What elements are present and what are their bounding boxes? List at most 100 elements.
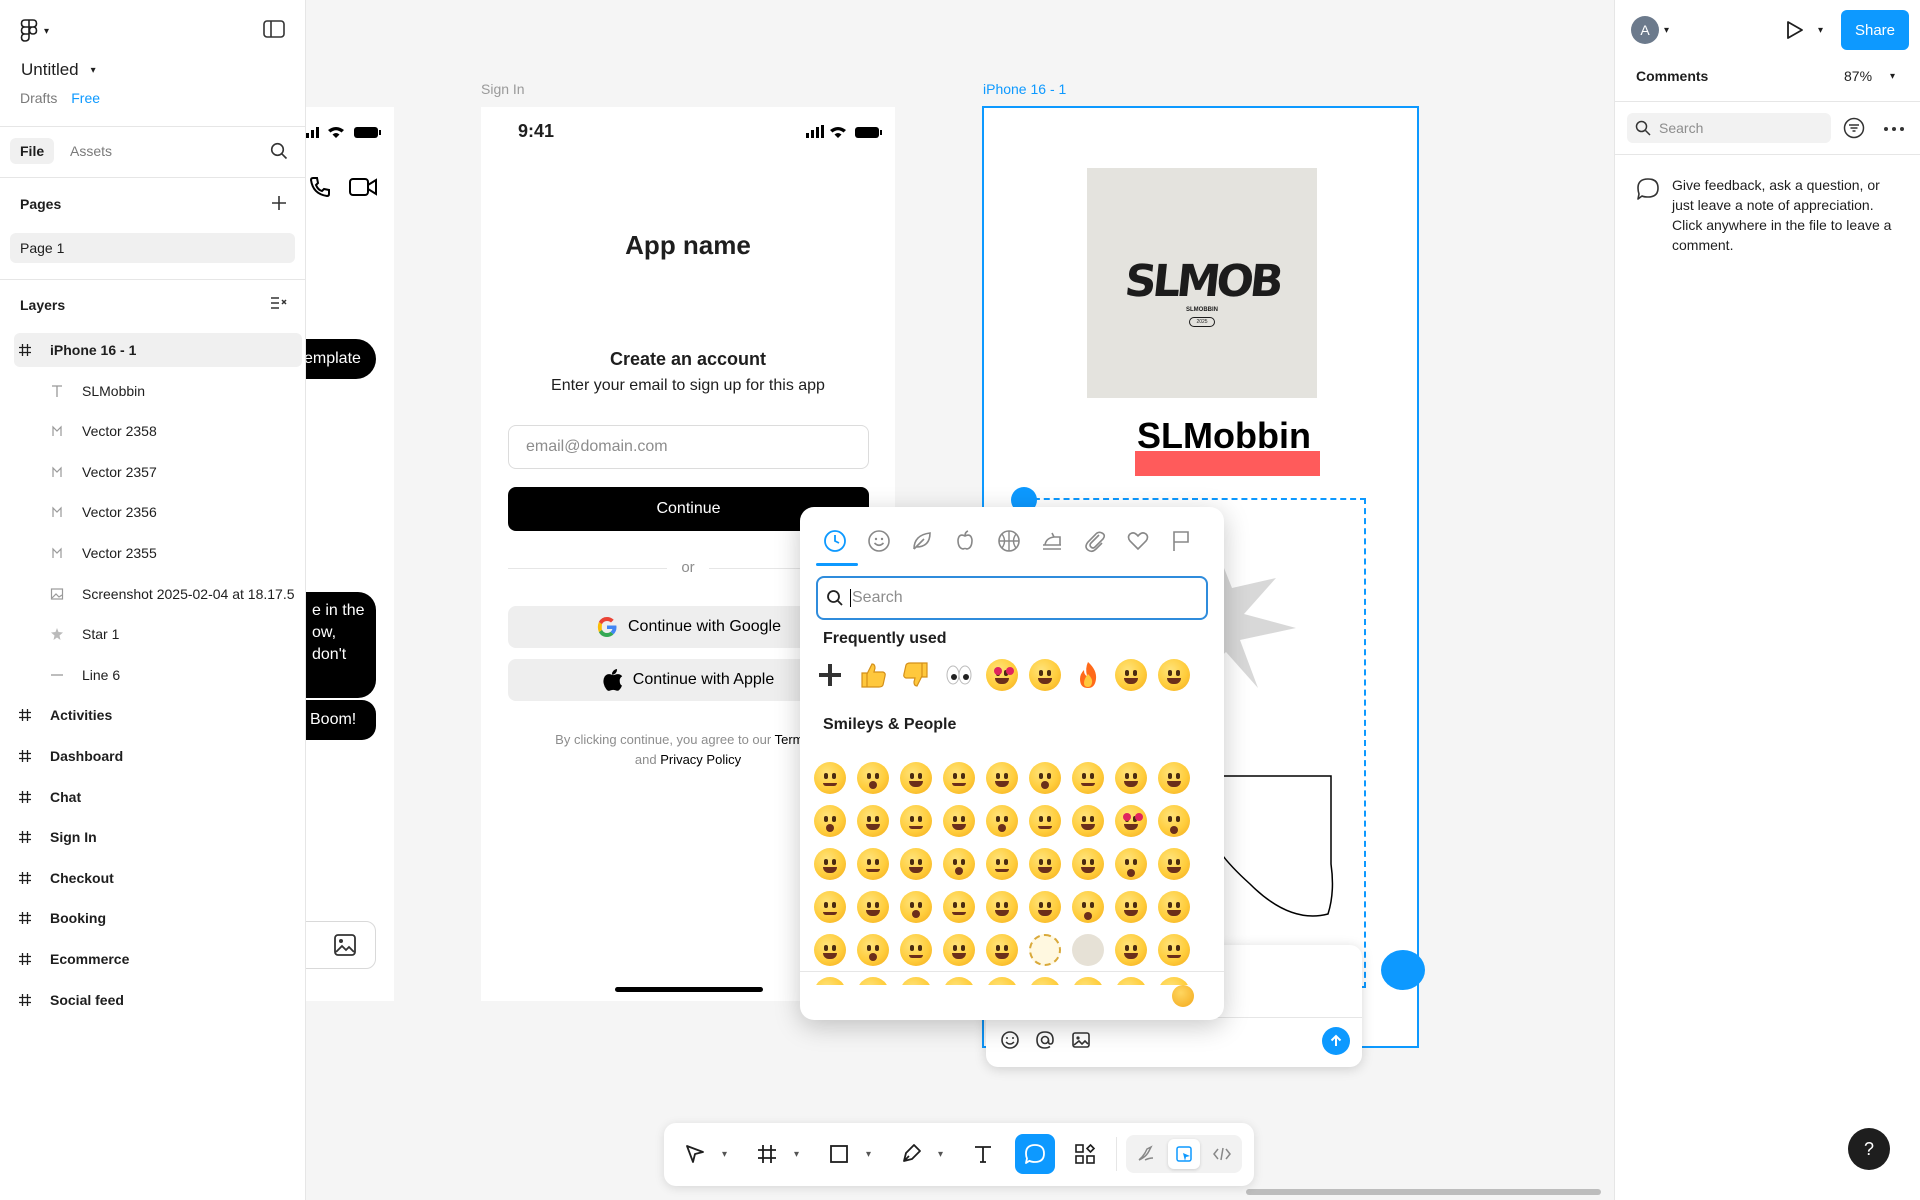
layer-activities[interactable]: Activities xyxy=(14,698,302,732)
smileys-icon[interactable] xyxy=(865,527,893,555)
move-tool-chevron-down-icon[interactable]: ▾ xyxy=(722,1149,727,1160)
smiley-emoji[interactable] xyxy=(814,977,846,985)
flags-icon[interactable] xyxy=(1167,527,1195,555)
comment-tool[interactable] xyxy=(1015,1134,1055,1174)
layer-checkout[interactable]: Checkout xyxy=(14,861,302,895)
tab-file[interactable]: File xyxy=(10,138,55,164)
smiley-emoji[interactable] xyxy=(814,805,846,837)
shape-tool[interactable] xyxy=(822,1137,856,1171)
thumbs-up-emoji[interactable] xyxy=(858,660,888,690)
design-mode[interactable] xyxy=(1168,1139,1200,1169)
smiley-emoji[interactable] xyxy=(1029,934,1061,966)
smiley-emoji[interactable] xyxy=(986,848,1018,880)
privacy-policy-link[interactable]: Privacy Policy xyxy=(660,752,741,767)
sweat-smile-emoji[interactable] xyxy=(1158,659,1190,691)
recent-icon[interactable] xyxy=(821,527,849,555)
present-play-icon[interactable]: ▾ xyxy=(1786,20,1823,40)
pen-tool[interactable] xyxy=(894,1137,928,1171)
shape-tool-chevron-down-icon[interactable]: ▾ xyxy=(866,1149,871,1160)
video-call-icon[interactable] xyxy=(349,177,377,197)
smiley-emoji[interactable] xyxy=(943,977,975,985)
send-icon[interactable] xyxy=(1322,1027,1350,1055)
smiley-emoji[interactable] xyxy=(1115,977,1147,985)
smiley-emoji[interactable] xyxy=(900,977,932,985)
add-page-icon[interactable] xyxy=(270,194,288,212)
smiley-emoji[interactable] xyxy=(986,977,1018,985)
layer-booking[interactable]: Booking xyxy=(14,901,302,935)
smiley-emoji[interactable] xyxy=(1029,977,1061,985)
figma-menu-icon[interactable]: ▾ xyxy=(20,19,49,43)
comments-tab[interactable]: Comments xyxy=(1636,68,1708,84)
layer-sign-in[interactable]: Sign In xyxy=(14,820,302,854)
horizontal-scrollbar[interactable] xyxy=(1246,1189,1601,1195)
text-tool[interactable] xyxy=(966,1137,1000,1171)
emoji-icon[interactable] xyxy=(1000,1030,1020,1050)
help-button[interactable]: ? xyxy=(1848,1128,1890,1170)
layer-vector-2356[interactable]: Vector 2356 xyxy=(46,495,302,529)
smiley-emoji[interactable] xyxy=(1115,934,1147,966)
smiley-emoji[interactable] xyxy=(1029,762,1061,794)
avatar[interactable]: A ▾ xyxy=(1631,16,1669,44)
smiley-emoji[interactable] xyxy=(1072,848,1104,880)
filter-icon[interactable] xyxy=(1843,117,1865,139)
smiley-emoji[interactable] xyxy=(1115,762,1147,794)
actions-tool[interactable] xyxy=(1068,1137,1102,1171)
smiley-emoji[interactable] xyxy=(814,762,846,794)
search-icon[interactable] xyxy=(270,142,288,160)
objects-icon[interactable] xyxy=(1081,527,1109,555)
move-tool[interactable] xyxy=(678,1137,712,1171)
layer-line-6[interactable]: Line 6 xyxy=(46,658,302,692)
smiley-emoji[interactable] xyxy=(900,762,932,794)
smiley-emoji[interactable] xyxy=(1029,891,1061,923)
attach-image-icon[interactable] xyxy=(1071,1030,1091,1050)
layer-iphone-16-1[interactable]: iPhone 16 - 1 xyxy=(14,333,302,367)
gallery-icon[interactable] xyxy=(333,933,357,957)
travel-icon[interactable] xyxy=(1038,527,1066,555)
tears-of-joy-emoji[interactable] xyxy=(1029,659,1061,691)
smiley-emoji[interactable] xyxy=(1115,848,1147,880)
smiley-emoji[interactable] xyxy=(1158,848,1190,880)
mention-icon[interactable] xyxy=(1035,1030,1055,1050)
pen-tool-chevron-down-icon[interactable]: ▾ xyxy=(938,1149,943,1160)
thumbs-down-emoji[interactable] xyxy=(901,660,931,690)
page-item-page-1[interactable]: Page 1 xyxy=(10,233,295,263)
smiley-emoji[interactable] xyxy=(857,848,889,880)
comments-search-input[interactable]: Search xyxy=(1627,113,1831,143)
smiley-emoji[interactable] xyxy=(986,891,1018,923)
smiley-emoji[interactable] xyxy=(1029,805,1061,837)
smiley-emoji[interactable] xyxy=(1158,762,1190,794)
share-button[interactable]: Share xyxy=(1841,10,1909,50)
nature-icon[interactable] xyxy=(908,527,936,555)
smiley-emoji[interactable] xyxy=(943,934,975,966)
smiley-emoji[interactable] xyxy=(1072,934,1104,966)
smiley-emoji[interactable] xyxy=(857,762,889,794)
smiley-emoji[interactable] xyxy=(857,805,889,837)
eyes-emoji[interactable] xyxy=(944,660,974,690)
layer-screenshot-2025-02-04-at-18-17-5[interactable]: Screenshot 2025-02-04 at 18.17.5 xyxy=(46,577,302,611)
activity-icon[interactable] xyxy=(995,527,1023,555)
file-title[interactable]: Untitled ▾ xyxy=(21,60,96,80)
emoji-search-input[interactable]: Search xyxy=(816,576,1208,620)
smiley-emoji[interactable] xyxy=(814,891,846,923)
smiley-emoji[interactable] xyxy=(900,934,932,966)
smiley-emoji[interactable] xyxy=(1072,977,1104,985)
symbols-icon[interactable] xyxy=(1124,527,1152,555)
smiley-emoji[interactable] xyxy=(943,848,975,880)
smiley-emoji[interactable] xyxy=(1158,977,1190,985)
smiley-emoji[interactable] xyxy=(943,805,975,837)
email-field[interactable]: email@domain.com xyxy=(508,425,869,469)
smiley-emoji[interactable] xyxy=(1072,891,1104,923)
smiley-emoji[interactable] xyxy=(943,891,975,923)
iphone16-frame-label[interactable]: iPhone 16 - 1 xyxy=(983,81,1066,97)
smiley-emoji[interactable] xyxy=(900,805,932,837)
smiley-emoji[interactable] xyxy=(943,762,975,794)
layer-ecommerce[interactable]: Ecommerce xyxy=(14,942,302,976)
selection-handle-bottom[interactable] xyxy=(1381,950,1425,990)
plan-badge[interactable]: Free xyxy=(71,90,100,106)
smiley-emoji[interactable] xyxy=(986,805,1018,837)
layer-chat[interactable]: Chat xyxy=(14,780,302,814)
smiley-emoji[interactable] xyxy=(1158,891,1190,923)
smiley-emoji[interactable] xyxy=(1072,805,1104,837)
sidebar-toggle-icon[interactable] xyxy=(263,20,285,38)
smiley-emoji[interactable] xyxy=(857,977,889,985)
